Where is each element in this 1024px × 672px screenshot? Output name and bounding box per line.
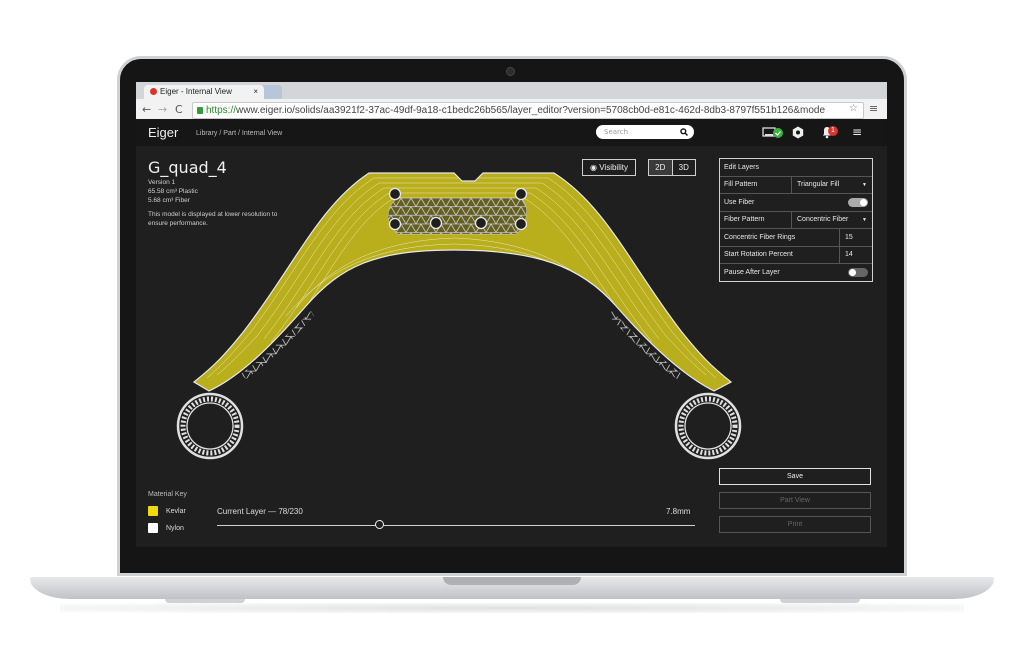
pause-row: Pause After Layer	[720, 263, 872, 281]
fiber-rings-row: Concentric Fiber Rings 15	[720, 228, 872, 246]
pause-label: Pause After Layer	[724, 268, 780, 276]
rotation-input[interactable]: 14	[839, 246, 872, 263]
nylon-label: Nylon	[166, 524, 184, 532]
browser-tab[interactable]: Eiger - Internal View ×	[144, 85, 264, 99]
search-box[interactable]: Search	[596, 125, 694, 139]
favicon-icon	[150, 88, 157, 95]
fiber-rings-label: Concentric Fiber Rings	[724, 233, 796, 241]
laptop-foot-right	[780, 599, 860, 603]
brand-logo[interactable]: Eiger	[148, 125, 178, 140]
hamburger-menu-icon[interactable]: ≡	[852, 125, 862, 139]
screen: Eiger - Internal View × ← → C https://ww…	[136, 82, 887, 547]
part-body	[176, 172, 742, 460]
fiber-pattern-value: Concentric Fiber	[797, 216, 849, 224]
fill-pattern-row: Fill Pattern Triangular Fill ▼	[720, 175, 872, 193]
visibility-button[interactable]: ◉ Visibility	[582, 159, 636, 176]
back-icon[interactable]: ←	[142, 103, 151, 116]
printer-status-icon[interactable]	[762, 126, 784, 139]
fiber-pattern-label: Fiber Pattern	[724, 216, 765, 224]
toggle-knob	[849, 268, 856, 276]
reload-icon[interactable]: C	[175, 103, 183, 116]
use-fiber-label: Use Fiber	[724, 198, 755, 206]
kevlar-label: Kevlar	[166, 507, 186, 515]
layer-slider-track[interactable]	[217, 525, 695, 526]
fiber-rings-input[interactable]: 15	[839, 229, 872, 246]
save-button[interactable]: Save	[719, 468, 871, 485]
laptop-foot-left	[165, 599, 245, 603]
breadcrumb[interactable]: Library / Part / Internal View	[196, 130, 282, 137]
webcam	[506, 67, 515, 76]
edit-layers-panel: Edit Layers Fill Pattern Triangular Fill…	[719, 158, 873, 282]
print-button[interactable]: Print	[719, 516, 871, 533]
url-text: www.eiger.io/solids/aa3921f2-37ac-49df-9…	[236, 105, 826, 116]
caret-down-icon: ▼	[862, 181, 867, 188]
use-fiber-row: Use Fiber	[720, 193, 872, 211]
material-key-item: Kevlar	[148, 506, 186, 516]
fiber-pattern-row: Fiber Pattern Concentric Fiber ▼	[720, 210, 872, 228]
edit-layers-header: Edit Layers	[720, 159, 872, 176]
search-input[interactable]: Search	[604, 128, 628, 136]
browser-menu-icon[interactable]: ≡	[869, 102, 878, 115]
mode-3d-button[interactable]: 3D	[671, 160, 696, 175]
url-scheme: https://	[206, 105, 237, 116]
lock-icon	[197, 107, 203, 114]
material-key-title: Material Key	[148, 491, 187, 498]
rotation-row: Start Rotation Percent 14	[720, 245, 872, 263]
fill-pattern-value: Triangular Fill	[797, 181, 840, 189]
forward-icon[interactable]: →	[158, 103, 167, 116]
kevlar-swatch	[148, 506, 158, 516]
layer-slider-handle[interactable]	[374, 520, 384, 529]
url-bar[interactable]: https://www.eiger.io/solids/aa3921f2-37a…	[192, 102, 864, 119]
fill-pattern-select[interactable]: Triangular Fill ▼	[791, 176, 872, 193]
eye-icon: ◉	[590, 163, 597, 172]
use-fiber-toggle[interactable]	[848, 197, 868, 207]
fiber-pattern-select[interactable]: Concentric Fiber ▼	[791, 211, 872, 228]
fill-pattern-label: Fill Pattern	[724, 181, 758, 189]
part-hex-icon[interactable]	[792, 126, 804, 139]
nylon-swatch	[148, 523, 158, 533]
laptop-opening-notch	[443, 577, 581, 585]
layer-height: 7.8mm	[666, 507, 691, 516]
notification-count-badge: 1	[828, 126, 838, 136]
part-view-button[interactable]: Part View	[719, 492, 871, 509]
current-layer-label: Current Layer — 78/230	[217, 507, 303, 516]
visibility-label: Visibility	[599, 163, 628, 172]
mode-2d-button[interactable]: 2D	[649, 160, 672, 175]
edit-layers-title: Edit Layers	[724, 163, 760, 171]
material-key-item: Nylon	[148, 523, 184, 533]
toggle-knob	[860, 198, 867, 206]
tab-title: Eiger - Internal View	[160, 87, 232, 96]
laptop-shadow	[60, 603, 964, 613]
rotation-label: Start Rotation Percent	[724, 251, 793, 259]
tab-close-icon[interactable]: ×	[253, 85, 258, 99]
search-icon[interactable]	[680, 128, 688, 136]
caret-down-icon: ▼	[862, 216, 867, 223]
view-mode-toggle: 2D 3D	[648, 159, 696, 176]
bookmark-star-icon[interactable]: ☆	[849, 103, 858, 114]
pause-toggle[interactable]	[848, 267, 868, 277]
